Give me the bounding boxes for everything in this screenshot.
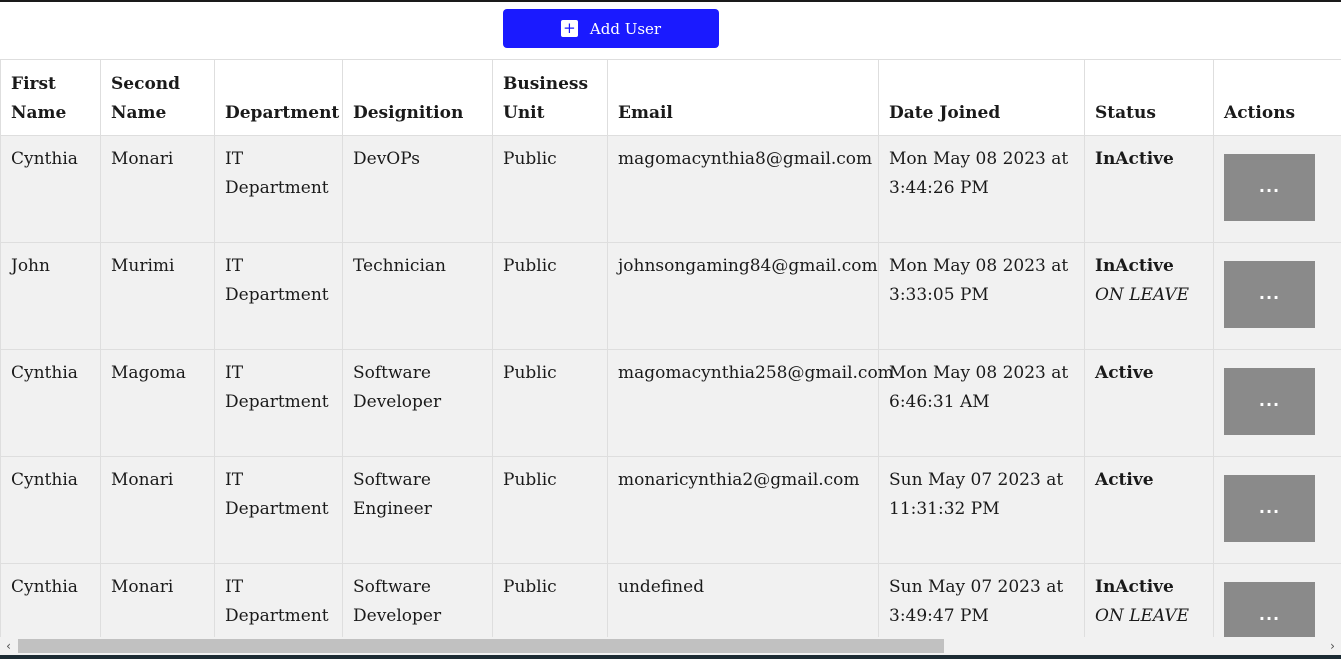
add-user-label: Add User	[589, 19, 662, 38]
table-row: Cynthia Monari IT Department Software En…	[0, 456, 1341, 564]
cell-first-name: Cynthia	[0, 456, 101, 564]
cell-designation: Software Engineer	[342, 456, 493, 564]
cell-second-name: Monari	[100, 563, 215, 637]
cell-actions: ...	[1213, 456, 1341, 564]
cell-designation: Software Developer	[342, 349, 493, 457]
cell-second-name: Monari	[100, 135, 215, 243]
cell-department: IT Department	[214, 135, 343, 243]
cell-second-name: Murimi	[100, 242, 215, 350]
cell-business-unit: Public	[492, 349, 608, 457]
scroll-left-arrow-icon[interactable]: ‹	[0, 637, 17, 655]
cell-first-name: Cynthia	[0, 349, 101, 457]
cell-department: IT Department	[214, 456, 343, 564]
header-designation: Designition	[342, 59, 493, 136]
status-label: InActive	[1095, 256, 1174, 276]
scrollbar-thumb[interactable]	[18, 639, 944, 653]
header-department: Department	[214, 59, 343, 136]
cell-designation: Technician	[342, 242, 493, 350]
bottom-strip	[0, 655, 1341, 659]
status-note: ON LEAVE	[1095, 605, 1190, 626]
row-actions-button[interactable]: ...	[1224, 368, 1315, 435]
cell-first-name: Cynthia	[0, 135, 101, 243]
status-label: Active	[1095, 363, 1154, 383]
cell-date-joined: Mon May 08 2023 at 6:46:31 AM	[878, 349, 1085, 457]
row-actions-button[interactable]: ...	[1224, 582, 1315, 637]
row-actions-button[interactable]: ...	[1224, 475, 1315, 542]
header-email: Email	[607, 59, 879, 136]
scroll-right-arrow-icon[interactable]: ›	[1324, 637, 1341, 655]
cell-email: undefined	[607, 563, 879, 637]
cell-date-joined: Sun May 07 2023 at 3:49:47 PM	[878, 563, 1085, 637]
status-label: Active	[1095, 470, 1154, 490]
cell-actions: ...	[1213, 563, 1341, 637]
status-label: InActive	[1095, 149, 1174, 169]
header-business-unit: Business Unit	[492, 59, 608, 136]
cell-first-name: Cynthia	[0, 563, 101, 637]
cell-department: IT Department	[214, 349, 343, 457]
header-second-name: Second Name	[100, 59, 215, 136]
header-actions: Actions	[1213, 59, 1341, 136]
users-table: First Name Second Name Department Design…	[0, 59, 1341, 637]
cell-second-name: Monari	[100, 456, 215, 564]
row-actions-button[interactable]: ...	[1224, 261, 1315, 328]
cell-designation: DevOPs	[342, 135, 493, 243]
cell-actions: ...	[1213, 135, 1341, 243]
cell-second-name: Magoma	[100, 349, 215, 457]
cell-status: Active	[1084, 456, 1214, 564]
table-row: Cynthia Monari IT Department DevOPs Publ…	[0, 135, 1341, 243]
cell-status: Active	[1084, 349, 1214, 457]
cell-status: InActive ON LEAVE	[1084, 242, 1214, 350]
status-note: ON LEAVE	[1095, 284, 1190, 305]
horizontal-scrollbar[interactable]: ‹ ›	[0, 637, 1341, 655]
cell-business-unit: Public	[492, 563, 608, 637]
cell-designation: Software Developer	[342, 563, 493, 637]
table-header-row: First Name Second Name Department Design…	[0, 59, 1341, 136]
cell-business-unit: Public	[492, 242, 608, 350]
cell-email: johnsongaming84@gmail.com	[607, 242, 879, 350]
add-user-button[interactable]: + Add User	[503, 9, 719, 48]
status-label: InActive	[1095, 577, 1174, 597]
cell-date-joined: Sun May 07 2023 at 11:31:32 PM	[878, 456, 1085, 564]
cell-email: monaricynthia2@gmail.com	[607, 456, 879, 564]
cell-business-unit: Public	[492, 135, 608, 243]
header-status: Status	[1084, 59, 1214, 136]
cell-actions: ...	[1213, 349, 1341, 457]
table-row: Cynthia Monari IT Department Software De…	[0, 563, 1341, 637]
cell-date-joined: Mon May 08 2023 at 3:44:26 PM	[878, 135, 1085, 243]
cell-email: magomacynthia8@gmail.com	[607, 135, 879, 243]
cell-department: IT Department	[214, 563, 343, 637]
row-actions-button[interactable]: ...	[1224, 154, 1315, 221]
plus-icon: +	[560, 20, 578, 37]
cell-status: InActive ON LEAVE	[1084, 563, 1214, 637]
header-first-name: First Name	[0, 59, 101, 136]
cell-business-unit: Public	[492, 456, 608, 564]
users-table-container: First Name Second Name Department Design…	[0, 59, 1341, 637]
cell-status: InActive	[1084, 135, 1214, 243]
cell-department: IT Department	[214, 242, 343, 350]
cell-email: magomacynthia258@gmail.com	[607, 349, 894, 457]
table-row: Cynthia Magoma IT Department Software De…	[0, 349, 1341, 457]
table-row: John Murimi IT Department Technician Pub…	[0, 242, 1341, 350]
toolbar: + Add User	[0, 2, 1341, 60]
cell-actions: ...	[1213, 242, 1341, 350]
cell-first-name: John	[0, 242, 101, 350]
cell-date-joined: Mon May 08 2023 at 3:33:05 PM	[878, 242, 1085, 350]
header-date-joined: Date Joined	[878, 59, 1085, 136]
